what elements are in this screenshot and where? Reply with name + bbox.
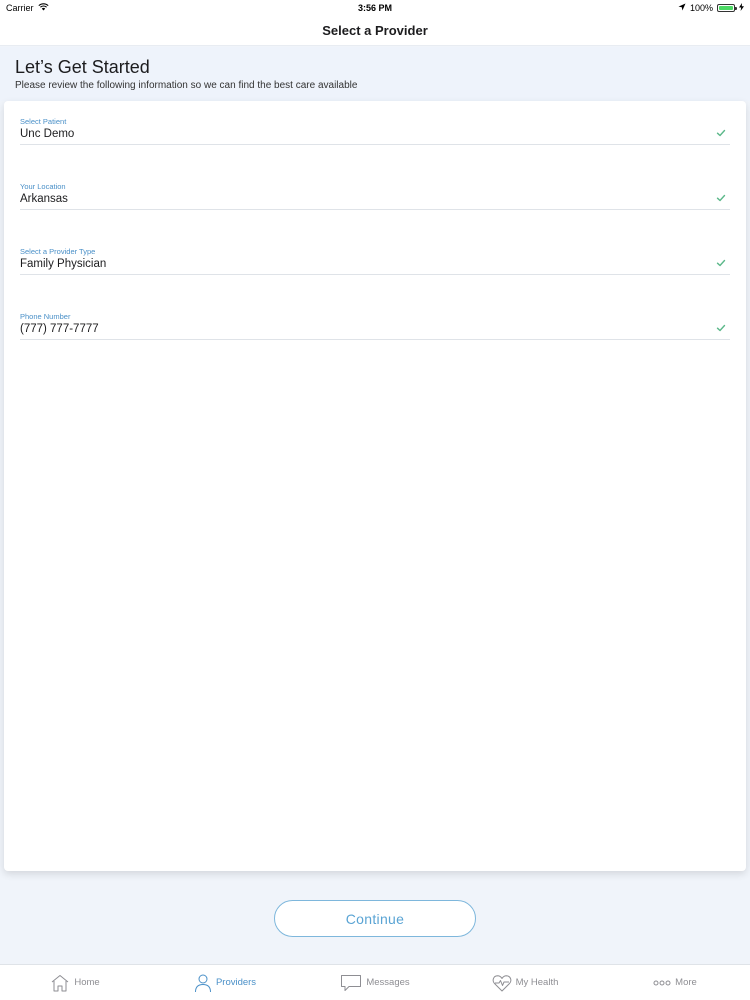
tab-label: Providers (215, 977, 257, 988)
status-right: 100% (678, 3, 744, 13)
status-time: 3:56 PM (357, 3, 392, 13)
section-heading: Let’s Get Started (15, 57, 150, 77)
battery-percent: 100% (689, 3, 713, 13)
tab-label: Messages (366, 977, 410, 988)
tab-label: More (675, 977, 697, 988)
location-arrow-icon (678, 3, 686, 13)
carrier-label: Carrier (6, 3, 34, 13)
continue-button[interactable]: Continue (274, 900, 476, 937)
section-subtitle: Please review the following information … (15, 80, 358, 91)
checkmark-icon (716, 255, 726, 267)
heart-pulse-icon (492, 974, 512, 992)
status-bar: Carrier 3:56 PM 100% (0, 0, 750, 16)
tab-providers[interactable]: Providers (150, 973, 300, 993)
field-value[interactable]: (777) 777-7777 (20, 323, 99, 335)
form-card: Select Patient Unc Demo Your Location Ar… (4, 101, 746, 871)
your-location-field[interactable]: Your Location Arkansas (20, 166, 730, 210)
field-label: Your Location (20, 182, 66, 191)
field-label: Phone Number (20, 312, 71, 321)
home-icon (50, 974, 70, 992)
navigation-bar: Select a Provider (0, 16, 750, 46)
provider-type-field[interactable]: Select a Provider Type Family Physician (20, 231, 730, 275)
tab-my-health[interactable]: My Health (450, 974, 600, 992)
charging-bolt-icon (739, 3, 744, 13)
battery-icon (717, 4, 737, 12)
tab-label: My Health (515, 977, 559, 988)
page-title: Select a Provider (322, 23, 428, 38)
field-value[interactable]: Family Physician (20, 258, 106, 270)
field-value[interactable]: Arkansas (20, 193, 68, 205)
battery-level (719, 6, 733, 10)
tab-messages[interactable]: Messages (300, 974, 450, 992)
tab-label: Home (74, 977, 100, 988)
more-dots-icon (653, 980, 671, 986)
field-label: Select a Provider Type (20, 247, 96, 256)
header: Let’s Get Started Please review the foll… (0, 47, 750, 101)
checkmark-icon (716, 125, 726, 137)
checkmark-icon (716, 190, 726, 202)
tab-more[interactable]: More (600, 977, 750, 988)
tab-home[interactable]: Home (0, 974, 150, 992)
checkmark-icon (716, 320, 726, 332)
phone-number-field[interactable]: Phone Number (777) 777-7777 (20, 296, 730, 340)
message-icon (340, 974, 362, 992)
wifi-icon (37, 3, 49, 13)
tab-bar: Home Providers Messages My Health More (0, 964, 750, 1000)
person-icon (194, 973, 212, 993)
field-value[interactable]: Unc Demo (20, 128, 74, 140)
field-label: Select Patient (20, 117, 67, 126)
status-left: Carrier (6, 3, 49, 13)
select-patient-field[interactable]: Select Patient Unc Demo (20, 101, 730, 145)
